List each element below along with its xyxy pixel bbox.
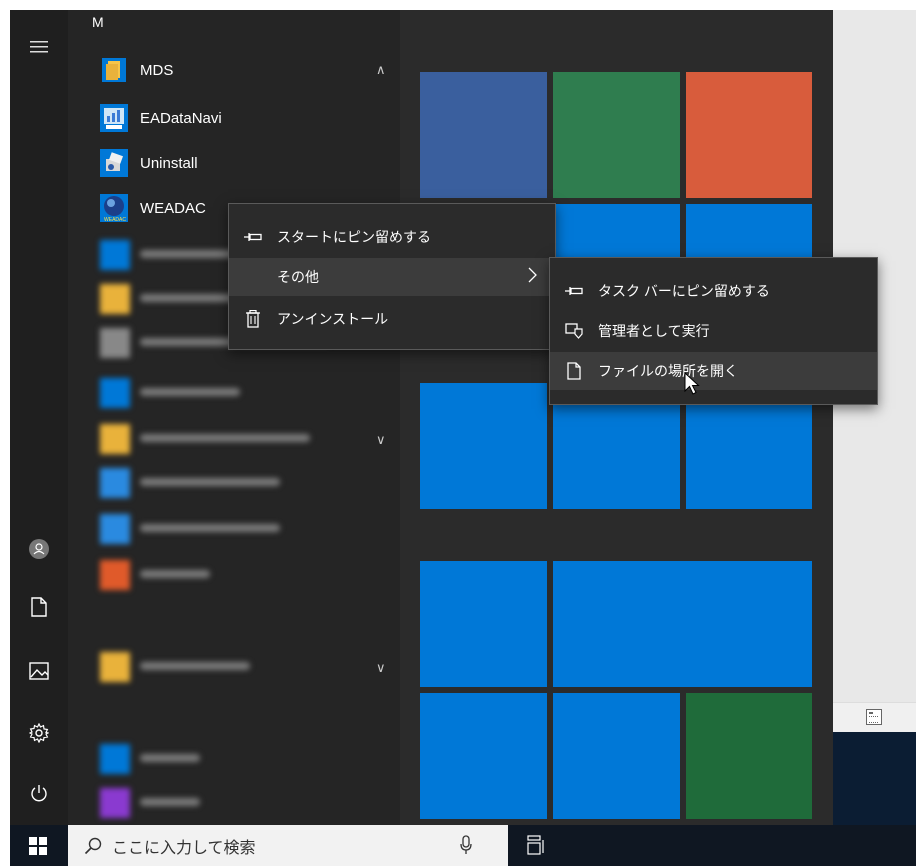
search-icon [84,837,102,855]
folder-label: MDS [140,61,174,79]
user-avatar-icon[interactable] [26,536,52,562]
window-status-strip [833,702,916,733]
app-label: WEADAC [140,199,206,217]
task-view-icon[interactable] [527,835,545,860]
app-eadatanavi[interactable]: EADataNavi [88,98,398,138]
menu-item-uninstall[interactable]: アンインストール [229,300,555,338]
trash-icon [243,309,263,329]
shield-icon [564,321,584,341]
eadatanavi-icon [100,104,128,132]
folder-mds[interactable]: MDS [88,50,398,90]
context-menu: スタートにピン留めする その他 アンインストール [228,203,556,350]
mouse-cursor-icon [684,371,700,401]
chevron-up-icon[interactable]: ∧ [376,62,386,78]
settings-gear-icon[interactable] [26,720,52,746]
uninstall-icon [100,149,128,177]
background-window [833,10,916,825]
file-icon [564,361,584,381]
tile[interactable] [420,561,547,687]
tile[interactable] [553,561,812,687]
tile[interactable] [553,72,680,198]
desktop-background [833,732,916,825]
windows-start-icon[interactable] [29,837,47,860]
microphone-icon[interactable] [460,835,472,860]
documents-icon[interactable] [26,594,52,620]
menu-item-open-file-location[interactable]: ファイルの場所を開く [550,352,877,390]
power-icon[interactable] [26,780,52,806]
menu-item-label: その他 [277,269,319,285]
tile[interactable] [420,383,547,509]
pin-icon [564,281,584,301]
start-rail [10,10,68,825]
menu-item-label: アンインストール [277,311,389,327]
weadac-icon-text: WEADAC [104,217,126,223]
menu-item-label: スタートにピン留めする [277,229,431,245]
app-uninstall[interactable]: Uninstall [88,143,398,183]
menu-item-label: ファイルの場所を開く [598,363,738,379]
search-placeholder: ここに入力して検索 [112,839,256,857]
app-label: EADataNavi [140,109,222,127]
chevron-right-icon [528,267,537,286]
chevron-down-icon[interactable]: ∨ [376,660,386,676]
tile[interactable] [420,72,547,198]
calendar-icon[interactable] [866,709,882,725]
hamburger-menu-icon[interactable] [26,34,52,60]
search-box[interactable]: ここに入力して検索 [68,825,508,866]
pin-icon [243,227,263,247]
tile[interactable] [686,72,812,198]
menu-item-pin-to-taskbar[interactable]: タスク バーにピン留めする [550,272,877,310]
tile[interactable] [686,693,812,819]
app-label: Uninstall [140,154,198,172]
submenu: タスク バーにピン留めする 管理者として実行 ファイルの場所を開く [549,257,878,405]
chevron-down-icon[interactable]: ∨ [376,432,386,448]
menu-item-label: 管理者として実行 [598,323,710,339]
pictures-icon[interactable] [26,658,52,684]
folder-icon [102,58,126,82]
section-letter[interactable]: M [92,14,104,30]
menu-item-pin-to-start[interactable]: スタートにピン留めする [229,218,555,256]
tile[interactable] [420,693,547,819]
menu-item-label: タスク バーにピン留めする [598,283,770,299]
menu-item-more[interactable]: その他 [229,258,555,296]
menu-item-run-as-admin[interactable]: 管理者として実行 [550,312,877,350]
tile[interactable] [553,693,680,819]
